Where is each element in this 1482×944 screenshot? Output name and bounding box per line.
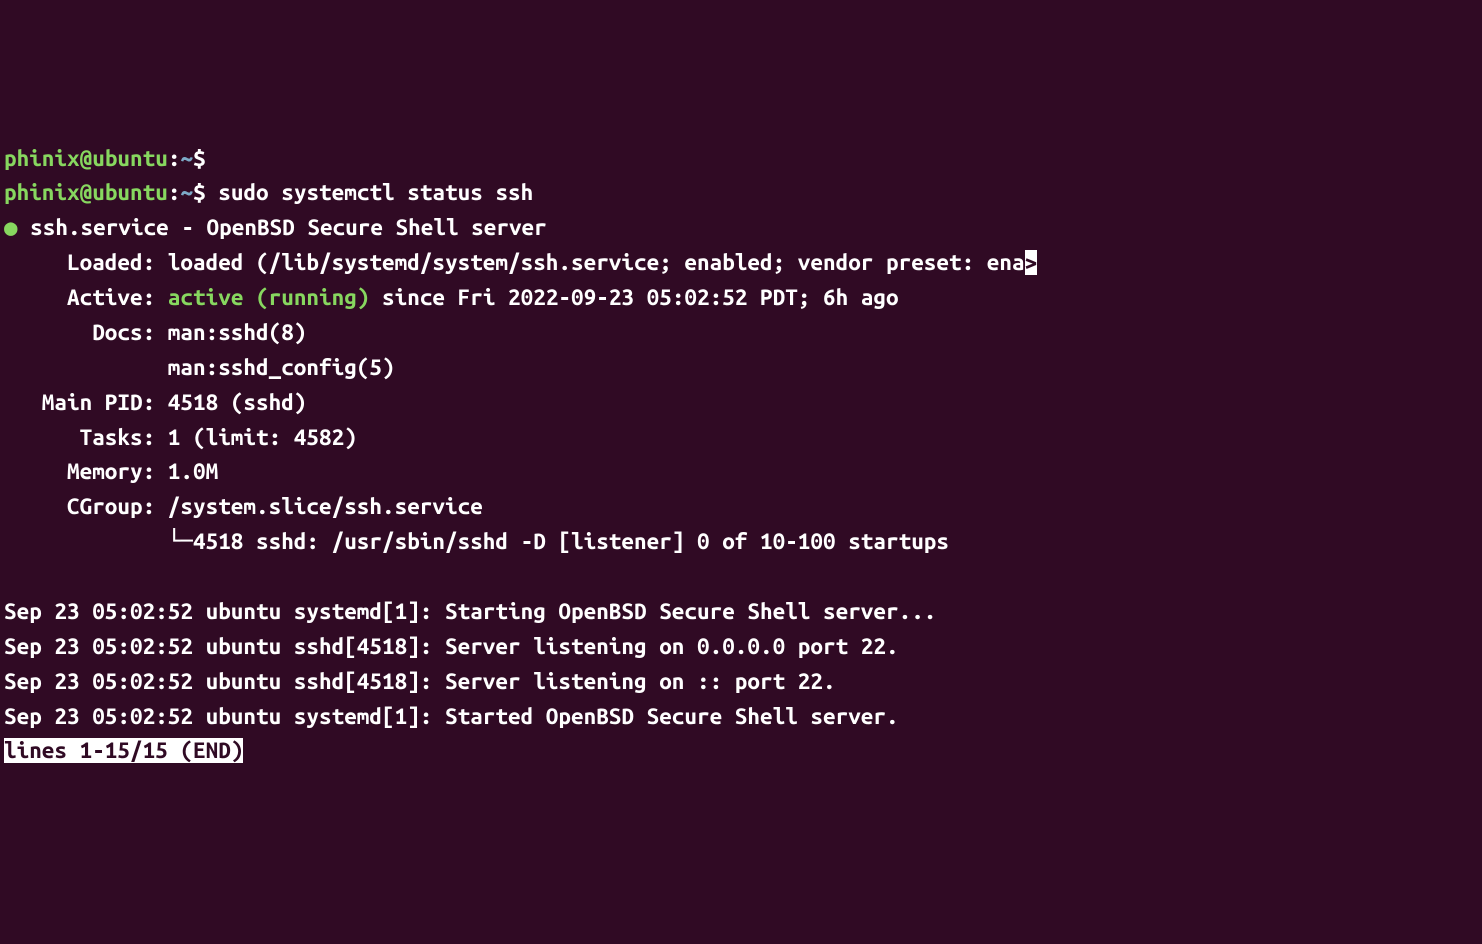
log-line-2: Sep 23 05:02:52 ubuntu sshd[4518]: Serve… (4, 630, 1478, 665)
prompt-user: phinix (4, 146, 80, 171)
prompt-path: ~ (180, 180, 193, 205)
prompt-line-2: phinix@ubuntu:~$ sudo systemctl status s… (4, 176, 1478, 211)
loaded-text: Loaded: loaded (/lib/systemd/system/ssh.… (4, 250, 1025, 275)
cgroup-line: CGroup: /system.slice/ssh.service (4, 490, 1478, 525)
active-label: Active: (4, 285, 168, 310)
log-line-1: Sep 23 05:02:52 ubuntu systemd[1]: Start… (4, 595, 1478, 630)
prompt-at: @ (80, 180, 93, 205)
blank-line (4, 560, 1478, 595)
prompt-colon: : (168, 146, 181, 171)
active-rest: since Fri 2022-09-23 05:02:52 PDT; 6h ag… (369, 285, 898, 310)
pager-status[interactable]: lines 1-15/15 (END) (4, 738, 243, 763)
tasks-line: Tasks: 1 (limit: 4582) (4, 421, 1478, 456)
pager-footer-line: lines 1-15/15 (END) (4, 734, 1478, 769)
command-empty (206, 146, 219, 171)
service-name: ssh.service - OpenBSD Secure Shell serve… (18, 215, 547, 240)
cgroup-tree-line: └─4518 sshd: /usr/sbin/sshd -D [listener… (4, 525, 1478, 560)
terminal-output[interactable]: phinix@ubuntu:~$ phinix@ubuntu:~$ sudo s… (4, 142, 1478, 770)
prompt-host: ubuntu (92, 146, 168, 171)
prompt-host: ubuntu (92, 180, 168, 205)
docs-line-2: man:sshd_config(5) (4, 351, 1478, 386)
active-line: Active: active (running) since Fri 2022-… (4, 281, 1478, 316)
memory-line: Memory: 1.0M (4, 455, 1478, 490)
prompt-path: ~ (180, 146, 193, 171)
log-line-3: Sep 23 05:02:52 ubuntu sshd[4518]: Serve… (4, 665, 1478, 700)
prompt-user: phinix (4, 180, 80, 205)
main-pid-line: Main PID: 4518 (sshd) (4, 386, 1478, 421)
log-line-4: Sep 23 05:02:52 ubuntu systemd[1]: Start… (4, 700, 1478, 735)
active-value: active (running) (168, 285, 370, 310)
docs-line-1: Docs: man:sshd(8) (4, 316, 1478, 351)
prompt-line-1: phinix@ubuntu:~$ (4, 142, 1478, 177)
service-header: ● ssh.service - OpenBSD Secure Shell ser… (4, 211, 1478, 246)
command-status: sudo systemctl status ssh (206, 180, 534, 205)
prompt-at: @ (80, 146, 93, 171)
overflow-indicator-icon: > (1025, 250, 1038, 275)
prompt-symbol: $ (193, 146, 206, 171)
active-bullet-icon: ● (4, 215, 18, 240)
loaded-line: Loaded: loaded (/lib/systemd/system/ssh.… (4, 246, 1478, 281)
prompt-colon: : (168, 180, 181, 205)
prompt-symbol: $ (193, 180, 206, 205)
